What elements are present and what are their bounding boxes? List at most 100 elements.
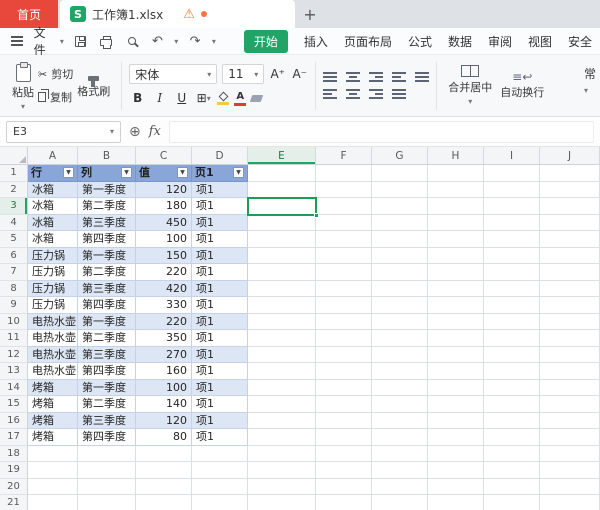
column-header-J[interactable]: J xyxy=(540,147,600,165)
cell-I4[interactable] xyxy=(484,215,540,232)
cell-F2[interactable] xyxy=(316,182,372,199)
row-header-12[interactable]: 12 xyxy=(0,347,28,364)
filter-button[interactable]: ▼ xyxy=(177,167,188,178)
cell-J14[interactable] xyxy=(540,380,600,397)
bold-button[interactable]: B xyxy=(129,89,146,107)
cell-C6[interactable]: 150 xyxy=(136,248,192,265)
row-header-21[interactable]: 21 xyxy=(0,495,28,510)
cell-F21[interactable] xyxy=(316,495,372,510)
cell-F10[interactable] xyxy=(316,314,372,331)
cell-F16[interactable] xyxy=(316,413,372,430)
redo-icon[interactable]: ↷ xyxy=(186,32,204,50)
cell-B1[interactable]: 列▼ xyxy=(78,165,136,182)
cell-E1[interactable] xyxy=(248,165,316,182)
cell-D2[interactable]: 项1 xyxy=(192,182,248,199)
cell-A7[interactable]: 压力锅 xyxy=(28,264,78,281)
cell-I18[interactable] xyxy=(484,446,540,463)
row-header-4[interactable]: 4 xyxy=(0,215,28,232)
cell-J9[interactable] xyxy=(540,297,600,314)
cell-J17[interactable] xyxy=(540,429,600,446)
cell-D5[interactable]: 项1 xyxy=(192,231,248,248)
cell-G4[interactable] xyxy=(372,215,428,232)
cell-I9[interactable] xyxy=(484,297,540,314)
shrink-font-button[interactable]: A⁻ xyxy=(291,65,308,83)
cell-F4[interactable] xyxy=(316,215,372,232)
cell-G20[interactable] xyxy=(372,479,428,496)
cell-J7[interactable] xyxy=(540,264,600,281)
cell-I11[interactable] xyxy=(484,330,540,347)
formula-input[interactable] xyxy=(169,121,594,143)
cell-H18[interactable] xyxy=(428,446,484,463)
cell-J12[interactable] xyxy=(540,347,600,364)
cell-F1[interactable] xyxy=(316,165,372,182)
align-middle-button[interactable] xyxy=(346,72,360,82)
cell-F11[interactable] xyxy=(316,330,372,347)
cell-H2[interactable] xyxy=(428,182,484,199)
cell-I20[interactable] xyxy=(484,479,540,496)
print-icon[interactable] xyxy=(98,32,116,50)
tab-security[interactable]: 安全 xyxy=(568,33,592,50)
save-icon[interactable] xyxy=(72,32,90,50)
filter-button[interactable]: ▼ xyxy=(63,167,74,178)
cell-G18[interactable] xyxy=(372,446,428,463)
cell-B21[interactable] xyxy=(78,495,136,510)
cell-C14[interactable]: 100 xyxy=(136,380,192,397)
row-header-11[interactable]: 11 xyxy=(0,330,28,347)
merge-center-button[interactable]: 合并居中 ▾ xyxy=(444,65,496,106)
cell-J19[interactable] xyxy=(540,462,600,479)
increase-indent-button[interactable] xyxy=(415,72,429,82)
undo-dropdown-icon[interactable]: ▾ xyxy=(174,37,178,46)
cell-D13[interactable]: 项1 xyxy=(192,363,248,380)
row-header-19[interactable]: 19 xyxy=(0,462,28,479)
cell-C21[interactable] xyxy=(136,495,192,510)
cell-I2[interactable] xyxy=(484,182,540,199)
cell-B9[interactable]: 第四季度 xyxy=(78,297,136,314)
cell-A15[interactable]: 烤箱 xyxy=(28,396,78,413)
cell-H16[interactable] xyxy=(428,413,484,430)
cell-E8[interactable] xyxy=(248,281,316,298)
row-header-1[interactable]: 1 xyxy=(0,165,28,182)
cell-B10[interactable]: 第一季度 xyxy=(78,314,136,331)
row-header-10[interactable]: 10 xyxy=(0,314,28,331)
cell-E4[interactable] xyxy=(248,215,316,232)
cell-D14[interactable]: 项1 xyxy=(192,380,248,397)
cell-F20[interactable] xyxy=(316,479,372,496)
row-header-17[interactable]: 17 xyxy=(0,429,28,446)
paste-button[interactable]: 粘贴 ▾ xyxy=(8,61,38,111)
cell-G17[interactable] xyxy=(372,429,428,446)
cell-G7[interactable] xyxy=(372,264,428,281)
cell-H3[interactable] xyxy=(428,198,484,215)
cell-F12[interactable] xyxy=(316,347,372,364)
column-header-C[interactable]: C xyxy=(136,147,192,165)
fill-color-button[interactable] xyxy=(217,92,229,105)
cell-I21[interactable] xyxy=(484,495,540,510)
cell-B2[interactable]: 第一季度 xyxy=(78,182,136,199)
tab-data[interactable]: 数据 xyxy=(448,33,472,50)
magnifier-plus-icon[interactable]: ⊕ xyxy=(129,124,141,140)
cell-D11[interactable]: 项1 xyxy=(192,330,248,347)
row-header-20[interactable]: 20 xyxy=(0,479,28,496)
cell-D4[interactable]: 项1 xyxy=(192,215,248,232)
cell-C1[interactable]: 值▼ xyxy=(136,165,192,182)
cell-H8[interactable] xyxy=(428,281,484,298)
hamburger-menu-icon[interactable] xyxy=(8,32,26,50)
cell-J11[interactable] xyxy=(540,330,600,347)
cell-J1[interactable] xyxy=(540,165,600,182)
row-header-2[interactable]: 2 xyxy=(0,182,28,199)
cell-A16[interactable]: 烤箱 xyxy=(28,413,78,430)
borders-button[interactable]: ⊞▾ xyxy=(195,89,212,107)
cell-J2[interactable] xyxy=(540,182,600,199)
cell-F5[interactable] xyxy=(316,231,372,248)
cell-A18[interactable] xyxy=(28,446,78,463)
underline-button[interactable]: U xyxy=(173,89,190,107)
cell-I5[interactable] xyxy=(484,231,540,248)
copy-button[interactable]: 复制 xyxy=(38,89,73,105)
cell-G8[interactable] xyxy=(372,281,428,298)
cell-D19[interactable] xyxy=(192,462,248,479)
cell-D21[interactable] xyxy=(192,495,248,510)
cell-G13[interactable] xyxy=(372,363,428,380)
cell-B11[interactable]: 第二季度 xyxy=(78,330,136,347)
cell-A8[interactable]: 压力锅 xyxy=(28,281,78,298)
font-name-select[interactable]: 宋体 ▾ xyxy=(129,64,217,84)
cell-D16[interactable]: 项1 xyxy=(192,413,248,430)
